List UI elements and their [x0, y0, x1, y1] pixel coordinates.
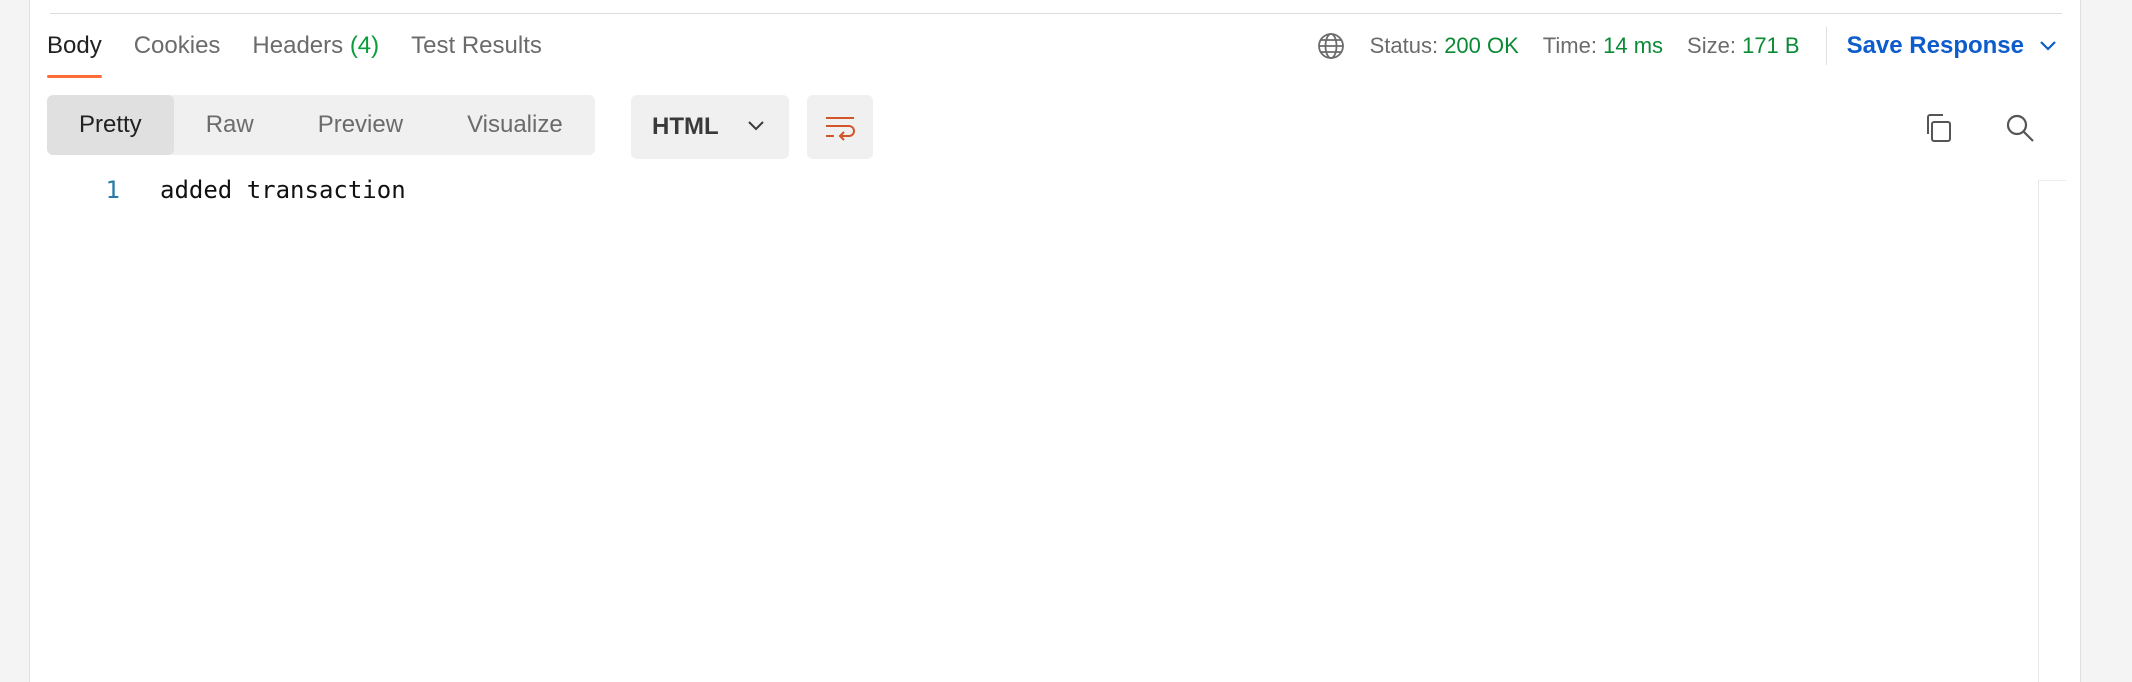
view-mode-preview[interactable]: Preview: [286, 95, 435, 155]
time-value: 14 ms: [1603, 33, 1664, 58]
copy-icon: [1927, 114, 1951, 142]
response-body-editor[interactable]: 1 added transaction: [30, 170, 2040, 682]
save-response-button[interactable]: Save Response: [1847, 32, 2058, 60]
view-mode-pretty[interactable]: Pretty: [47, 95, 174, 155]
top-divider: [50, 0, 2062, 14]
tab-test-results-label: Test Results: [411, 32, 542, 59]
tab-cookies[interactable]: Cookies: [134, 20, 221, 78]
response-tabs: Body Cookies Headers (4) Test Results: [47, 20, 574, 78]
format-select-value: HTML: [652, 113, 719, 140]
tab-headers-label: Headers: [252, 32, 344, 59]
time-label: Time:: [1542, 33, 1597, 58]
size-info[interactable]: Size: 171 B: [1687, 33, 1800, 59]
status-value: 200 OK: [1444, 33, 1519, 58]
tab-body[interactable]: Body: [47, 20, 102, 78]
size-label: Size:: [1687, 33, 1736, 58]
chevron-down-icon: [748, 121, 764, 131]
search-icon: [2006, 114, 2034, 142]
wrap-lines-icon: [826, 117, 855, 141]
tab-headers[interactable]: Headers (4): [252, 20, 379, 78]
format-select[interactable]: HTML: [631, 95, 789, 159]
response-meta: Status: 200 OK Time: 14 ms Size: 171 B S…: [1316, 26, 2058, 66]
view-mode-raw[interactable]: Raw: [174, 95, 286, 155]
wrap-lines-button[interactable]: [807, 95, 873, 159]
code-text: added transaction: [160, 176, 406, 204]
view-mode-visualize[interactable]: Visualize: [435, 95, 595, 155]
time-info[interactable]: Time: 14 ms: [1543, 33, 1663, 59]
code-line: 1 added transaction: [30, 170, 2040, 210]
headers-count-badge: (4): [349, 32, 380, 59]
response-panel: Body Cookies Headers (4) Test Results St…: [29, 0, 2081, 682]
size-value: 171 B: [1742, 33, 1800, 58]
editor-scrollbar[interactable]: [2038, 180, 2066, 682]
tab-body-label: Body: [47, 32, 102, 59]
search-button[interactable]: [2000, 108, 2040, 148]
globe-icon[interactable]: [1316, 31, 1346, 61]
copy-button[interactable]: [1918, 108, 1958, 148]
view-mode-switch: Pretty Raw Preview Visualize: [47, 95, 595, 155]
chevron-down-icon: [2040, 41, 2056, 51]
line-number: 1: [105, 176, 120, 204]
tab-cookies-label: Cookies: [133, 32, 221, 59]
tab-test-results[interactable]: Test Results: [411, 20, 542, 78]
status-info[interactable]: Status: 200 OK: [1370, 33, 1519, 59]
status-label: Status:: [1369, 33, 1439, 58]
save-response-label: Save Response: [1846, 32, 2024, 59]
meta-divider: [1825, 27, 1827, 65]
